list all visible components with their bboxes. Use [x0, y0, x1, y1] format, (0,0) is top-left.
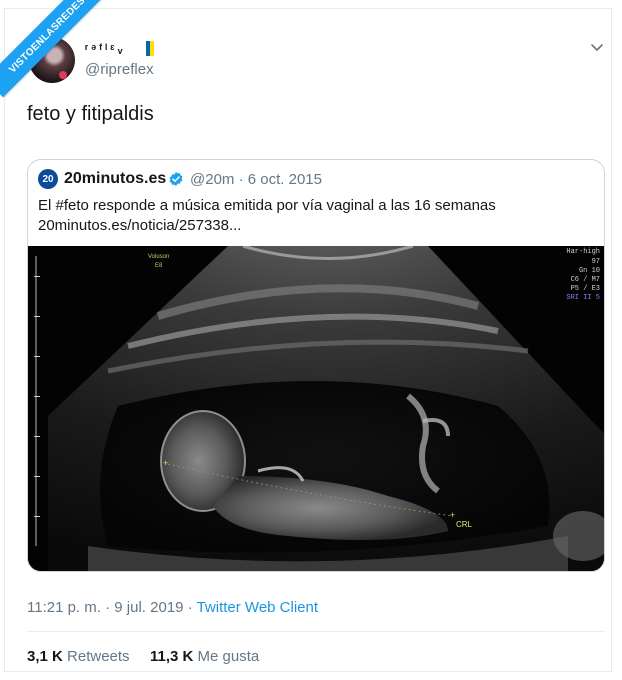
caliper-marker-right: + — [450, 510, 455, 520]
canary-islands-flag-icon — [142, 41, 154, 56]
quoted-tweet[interactable]: 20 20minutos.es @20m · 6 oct. 2015 El #f… — [27, 159, 605, 572]
likes-count: 11,3 K — [150, 648, 194, 665]
display-name[interactable]: ʳᵊᶠˡᵋᵥ — [85, 41, 125, 56]
device-brand-label: Voluson — [148, 254, 169, 260]
quoted-avatar-logo[interactable]: 20 — [38, 169, 58, 189]
avatar-detail — [59, 71, 67, 79]
readout-line-2: 97 — [592, 258, 600, 266]
readout-line-5: P5 / E3 — [571, 285, 600, 293]
crl-label: CRL — [456, 520, 473, 529]
likes-label: Me gusta — [197, 648, 260, 665]
quoted-link[interactable]: 20minutos.es/noticia/257338... — [38, 216, 598, 236]
retweets-label: Retweets — [67, 648, 130, 665]
likes-stat[interactable]: 11,3 K Me gusta — [150, 648, 259, 665]
readout-line-6: SRI II 5 — [566, 294, 600, 302]
retweets-count: 3,1 K — [27, 648, 63, 665]
device-model-label: E8 — [155, 263, 163, 269]
quoted-text-line-1: El #feto responde a música emitida por v… — [38, 197, 496, 214]
tweet-timestamp-line: 11:21 p. m. · 9 jul. 2019 · Twitter Web … — [27, 599, 318, 616]
quoted-date[interactable]: 6 oct. 2015 — [248, 171, 322, 188]
tweet-date[interactable]: 9 jul. 2019 — [114, 599, 183, 616]
user-handle[interactable]: @ripreflex — [85, 61, 154, 78]
tweet-text: feto y fitipaldis — [27, 103, 154, 125]
verified-badge-icon — [169, 172, 183, 186]
ultrasound-image[interactable]: + + CRL Voluson E8 Har-high 97 Gn 10 C6 … — [28, 246, 605, 572]
quoted-display-name[interactable]: 20minutos.es — [64, 170, 166, 188]
tweet-time[interactable]: 11:21 p. m. — [27, 599, 101, 616]
quoted-text: El #feto responde a música emitida por v… — [38, 196, 598, 236]
divider — [27, 631, 605, 632]
separator-dot: · — [238, 171, 244, 188]
tweet-card: ʳᵊᶠˡᵋᵥ @ripreflex feto y fitipaldis 20 2… — [4, 8, 612, 672]
client-link[interactable]: Twitter Web Client — [197, 599, 318, 616]
timestamp-separator: · — [105, 599, 111, 616]
timestamp-separator-2: · — [187, 599, 193, 616]
readout-line-1: Har-high — [566, 248, 600, 256]
quoted-meta: @20m · 6 oct. 2015 — [190, 171, 322, 188]
retweets-stat[interactable]: 3,1 K Retweets — [27, 648, 130, 665]
chevron-down-icon[interactable] — [589, 39, 605, 55]
readout-line-3: Gn 10 — [579, 267, 600, 275]
readout-line-4: C6 / M7 — [571, 276, 600, 284]
quoted-handle[interactable]: @20m — [190, 171, 234, 188]
caliper-marker-left: + — [163, 458, 168, 468]
